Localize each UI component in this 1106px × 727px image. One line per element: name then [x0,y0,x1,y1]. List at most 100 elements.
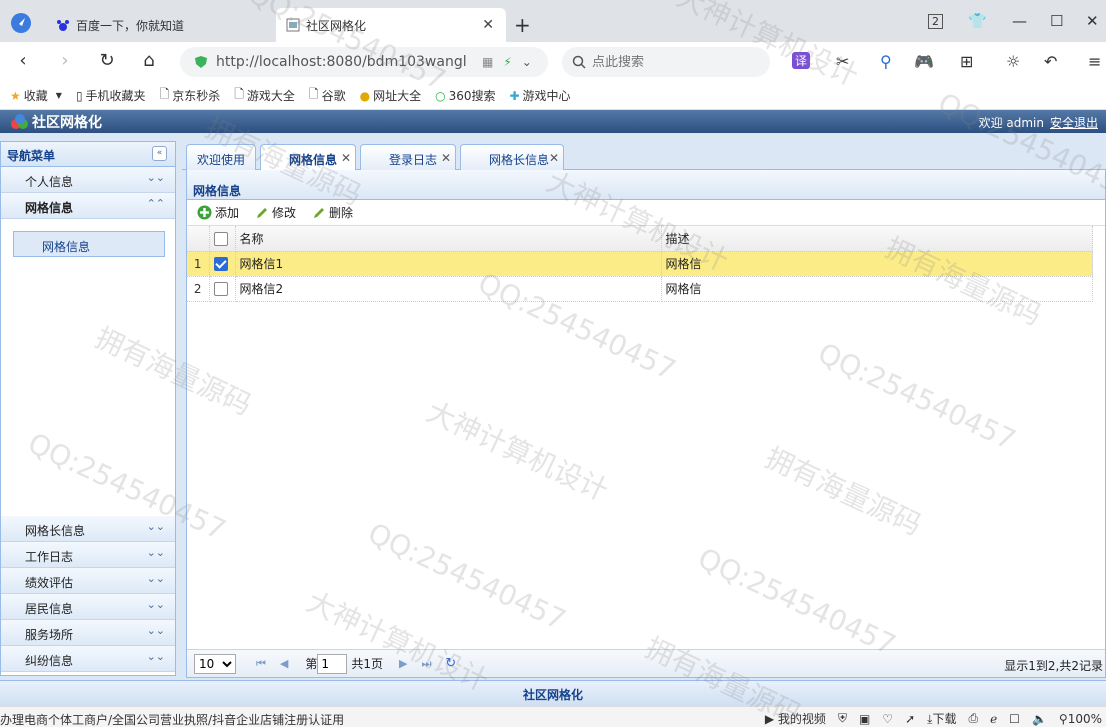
page-icon: 🗋 [308,87,319,101]
printer-icon[interactable]: ⎙ [968,711,978,726]
bookmark-item[interactable]: ✚ 游戏中心 [509,87,570,104]
tab-grid-leader[interactable]: 网格长信息 ✕ [460,144,564,170]
reload-icon[interactable]: ↻ [96,50,118,72]
browser-tab-active[interactable]: 社区网格化 ✕ [276,8,506,42]
new-tab-icon[interactable]: + [514,13,531,37]
table-row[interactable]: 1 网格信1 网格信 [187,251,1093,277]
close-tab-icon[interactable]: ✕ [341,151,351,165]
phone-icon: ▯ [75,88,83,103]
download-button[interactable]: ⤓下载 [927,710,956,727]
tab-count-icon[interactable]: 2 [928,14,943,29]
search-box[interactable] [562,47,770,77]
bookmark-item[interactable]: 🗋 游戏大全 [234,85,295,106]
lightning-icon[interactable]: ⚡ [503,55,511,69]
shield-icon [194,55,208,69]
last-page-icon[interactable]: ⏭ [422,657,432,671]
chevron-down-icon[interactable]: ⌄ [522,55,532,69]
close-tab-icon[interactable]: ✕ [482,17,494,33]
magnifier-icon[interactable]: ⚲ [880,52,892,71]
browser-tab-baidu[interactable]: 百度一下，你就知道 [46,8,271,42]
cell-name: 网格信2 [235,276,662,302]
refresh-icon[interactable]: ↻ [445,656,456,671]
column-header-name[interactable]: 名称 [235,226,662,252]
my-video-button[interactable]: ▶ 我的视频 [765,710,826,727]
maximize-icon[interactable]: ☐ [1050,12,1063,30]
bookmark-item[interactable]: ▯ 手机收藏夹 [76,87,146,104]
collapse-sidebar-icon[interactable]: « [152,146,167,161]
bookmark-item[interactable]: ● 网址大全 [360,87,422,104]
home-icon[interactable]: ⌂ [138,50,160,72]
zoom-control[interactable]: ⚲100% [1059,712,1102,726]
pencil-icon [312,206,326,220]
window-icon[interactable]: ☐ [1009,712,1020,726]
bookmark-item[interactable]: ★ 收藏 ▼ [10,87,62,104]
page-info: 显示1到2,共2记录 [1004,659,1103,673]
baidu-paw-icon [56,18,70,32]
heart-icon[interactable]: ♡ [882,712,893,726]
qr-icon[interactable]: ▦ [482,55,493,69]
image-icon[interactable]: ▣ [859,712,870,726]
sidebar-header: 导航菜单 « [1,142,175,167]
page-number-input[interactable] [317,653,348,674]
select-all-checkbox[interactable] [213,231,228,246]
tab-grid-info[interactable]: 网格信息 ✕ [260,144,356,171]
sidebar-item-grid[interactable]: 网格信息 ⌃⌃ [1,193,175,219]
sidebar-item-grid-leader[interactable]: 网格长信息 ⌄⌄ [1,516,175,542]
brightness-icon[interactable]: ☼ [1006,52,1020,71]
select-all-cell [209,226,236,252]
zoom-icon: ⚲ [1058,711,1068,726]
url-text[interactable]: http://localhost:8080/bdm103wangl [216,54,476,70]
shirt-icon[interactable]: 👕 [968,12,987,30]
page-size-select[interactable]: 10 [194,653,236,674]
pagination-bar: 10 ⏮ ◀ 第 共1页 ▶ ⏭ ↻ 显示1到2,共2记录 [187,649,1105,677]
shield-status-icon[interactable]: ⛨ [838,711,847,726]
back-icon[interactable]: ‹ [12,50,34,72]
menu-icon[interactable]: ≡ [1088,52,1101,71]
bookmark-item[interactable]: 🗋 京东秒杀 [160,85,221,106]
delete-button[interactable]: 删除 [312,204,353,221]
first-page-icon[interactable]: ⏮ [256,657,266,671]
apps-grid-icon[interactable]: ⊞ [960,52,973,71]
browser-logo-icon [10,12,32,34]
edit-button[interactable]: 修改 [255,204,296,221]
row-checkbox[interactable] [213,281,228,296]
close-window-icon[interactable]: ✕ [1086,12,1099,30]
sidebar-item-disputes[interactable]: 纠纷信息 ⌄⌄ [1,646,175,672]
forward-icon[interactable]: › [54,50,76,72]
address-bar[interactable]: http://localhost:8080/bdm103wangl ▦ ⚡ ⌄ [180,47,548,77]
next-page-icon[interactable]: ▶ [399,657,407,670]
sidebar-item-personal[interactable]: 个人信息 ⌄⌄ [1,167,175,193]
logout-link[interactable]: 安全退出 [1050,116,1098,130]
search-input[interactable] [592,54,752,70]
sidebar-item-performance[interactable]: 绩效评估 ⌄⌄ [1,568,175,594]
scissors-icon[interactable]: ✂ [836,52,849,71]
page-icon: 🗋 [234,87,244,101]
minimize-icon[interactable]: — [1012,12,1027,30]
add-button[interactable]: 添加 [197,204,239,221]
pencil-icon [255,206,269,220]
translate-icon[interactable]: 译 [792,52,811,69]
close-tab-icon[interactable]: ✕ [549,151,559,165]
prev-page-icon[interactable]: ◀ [280,657,288,670]
tab-login-log[interactable]: 登录日志 ✕ [360,144,456,170]
rocket-icon[interactable]: ➚ [905,712,915,726]
close-tab-icon[interactable]: ✕ [441,151,451,165]
bookmark-item[interactable]: 🗋 谷歌 [309,85,346,106]
undo-icon[interactable]: ↶ [1044,52,1057,71]
bookmark-item[interactable]: ○ 360搜索 [435,87,495,104]
row-checkbox[interactable] [213,256,228,271]
status-ad-text[interactable]: 办理电商个体工商户/全国公司营业执照/抖音企业店铺注册认证用 [0,711,344,727]
sidebar-subitem-grid[interactable]: 网格信息 [13,231,165,257]
speaker-icon[interactable]: 🔈 [1032,712,1047,726]
ie-icon[interactable]: ℯ [990,712,997,726]
tab-welcome[interactable]: 欢迎使用 [186,144,256,170]
gamepad-icon[interactable]: 🎮 [914,52,934,71]
chevron-down-icon: ⌄⌄ [146,624,165,637]
cell-desc: 网格信 [661,251,1093,277]
sidebar-item-residents[interactable]: 居民信息 ⌄⌄ [1,594,175,620]
column-header-desc[interactable]: 描述 [661,226,1093,252]
sidebar-item-work-log[interactable]: 工作日志 ⌄⌄ [1,542,175,568]
sidebar-item-venues[interactable]: 服务场所 ⌄⌄ [1,620,175,646]
app-logo-icon [10,113,30,131]
table-row[interactable]: 2 网格信2 网格信 [187,276,1093,302]
